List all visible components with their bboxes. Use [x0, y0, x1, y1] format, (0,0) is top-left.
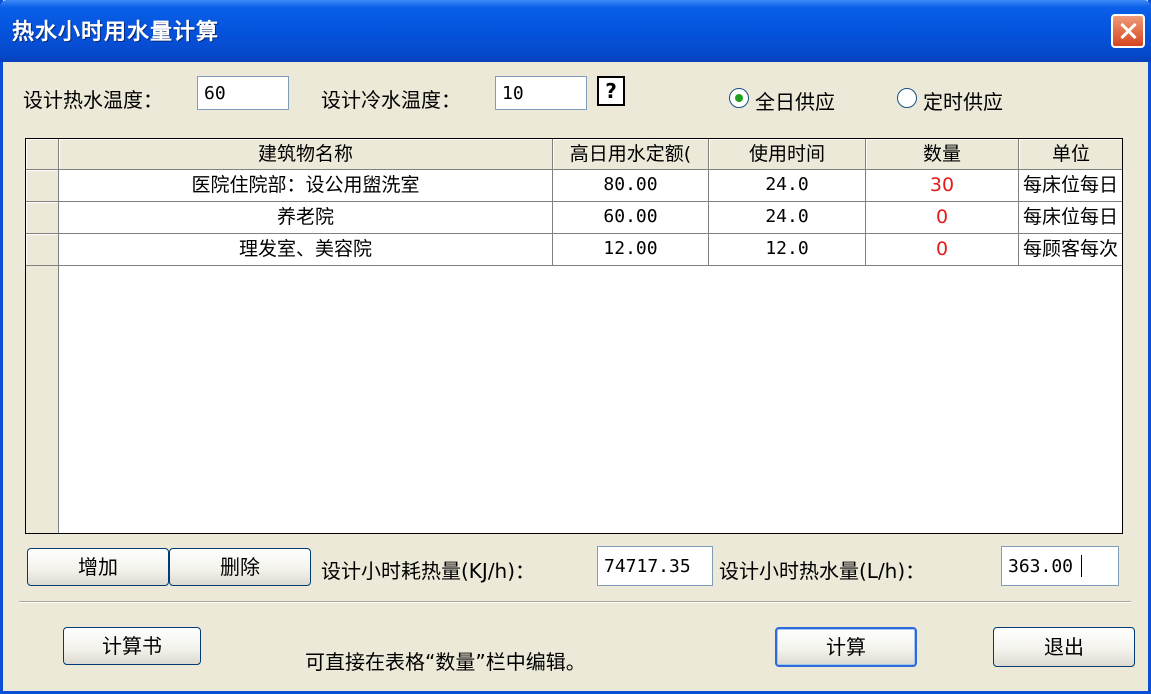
table-cell-count[interactable]: 30 [866, 170, 1019, 202]
table-cell-unit[interactable]: 每床位每日 [1019, 202, 1122, 234]
heat-load-field[interactable] [597, 546, 713, 586]
column-header-hours[interactable]: 使用时间 [709, 139, 866, 170]
table-cell-count[interactable]: 0 [866, 234, 1019, 266]
cold-water-temp-label: 设计冷水温度： [321, 88, 461, 112]
edit-hint: 可直接在表格“数量”栏中编辑。 [305, 650, 586, 674]
table-cell-name[interactable]: 理发室、美容院 [59, 234, 553, 266]
row-header[interactable] [26, 170, 59, 202]
title-bar[interactable]: 热水小时用水量计算 [0, 0, 1151, 62]
row-header[interactable] [26, 234, 59, 266]
table-cell-name[interactable]: 医院住院部：设公用盥洗室 [59, 170, 553, 202]
help-button[interactable]: ? [597, 76, 625, 106]
calculate-button[interactable]: 计算 [775, 627, 917, 667]
radio-all-day-label[interactable]: 全日供应 [755, 86, 835, 115]
hot-water-flow-label: 设计小时热水量(L/h)： [719, 559, 926, 583]
table-cell-name[interactable]: 养老院 [59, 202, 553, 234]
add-button[interactable]: 增加 [27, 548, 169, 586]
row-header[interactable] [26, 202, 59, 234]
cold-water-temp-input[interactable] [495, 76, 587, 110]
window-title: 热水小时用水量计算 [12, 20, 220, 45]
table-cell-hours[interactable]: 12.0 [709, 234, 866, 266]
hot-water-flow-field[interactable] [1001, 546, 1119, 586]
radio-scheduled-indicator[interactable] [897, 88, 917, 108]
table-cell-unit[interactable]: 每床位每日 [1019, 170, 1122, 202]
column-header-unit[interactable]: 单位 [1019, 139, 1122, 170]
close-button[interactable] [1111, 14, 1145, 48]
table-cell-hours[interactable]: 24.0 [709, 202, 866, 234]
column-header-name[interactable]: 建筑物名称 [59, 139, 553, 170]
exit-button[interactable]: 退出 [993, 627, 1135, 667]
table-cell-quota[interactable]: 12.00 [553, 234, 709, 266]
radio-all-day-indicator[interactable] [729, 88, 749, 108]
table-cell-quota[interactable]: 80.00 [553, 170, 709, 202]
corner-header [26, 139, 59, 170]
hot-water-temp-label: 设计热水温度： [23, 88, 163, 112]
table-cell-quota[interactable]: 60.00 [553, 202, 709, 234]
building-table[interactable]: 建筑物名称 高日用水定额( 使用时间 数量 单位 医院住院部：设公用盥洗室 80… [25, 138, 1123, 534]
separator [19, 601, 1131, 603]
dialog-window: 热水小时用水量计算 设计热水温度： 设计冷水温度： ? 全日供应 定时供应 建筑… [0, 0, 1151, 694]
table-cell-hours[interactable]: 24.0 [709, 170, 866, 202]
hot-water-temp-input[interactable] [197, 76, 289, 110]
heat-load-label: 设计小时耗热量(KJ/h)： [321, 559, 536, 583]
table-cell-unit[interactable]: 每顾客每次 [1019, 234, 1122, 266]
column-header-count[interactable]: 数量 [866, 139, 1019, 170]
table-cell-count[interactable]: 0 [866, 202, 1019, 234]
radio-scheduled-label[interactable]: 定时供应 [923, 86, 1003, 115]
report-button[interactable]: 计算书 [63, 627, 201, 665]
delete-button[interactable]: 删除 [169, 548, 311, 586]
column-header-quota[interactable]: 高日用水定额( [553, 139, 709, 170]
text-caret [1081, 555, 1082, 577]
